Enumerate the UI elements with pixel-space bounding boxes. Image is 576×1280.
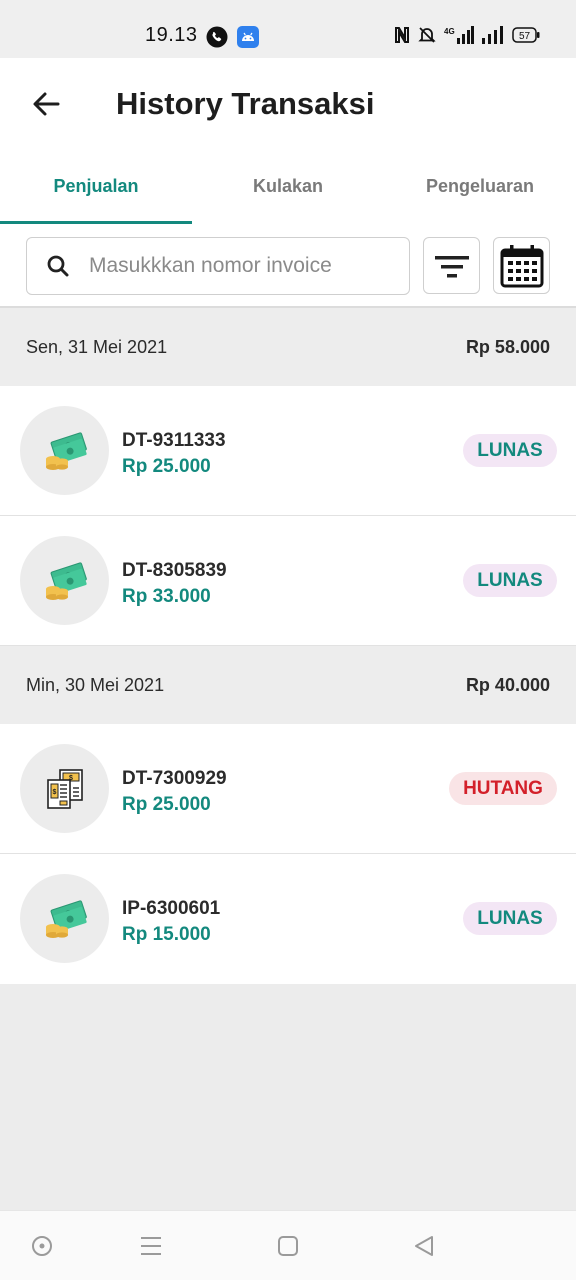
date-label: Min, 30 Mei 2021 (26, 674, 165, 695)
app-bar: History Transaksi (0, 58, 576, 152)
nav-menu-button[interactable] (138, 1233, 164, 1259)
status-badge: LUNAS (463, 902, 557, 935)
transaction-amount: Rp 33.000 (122, 586, 211, 607)
cash-icon (20, 874, 109, 963)
transaction-id: IP-6300601 (122, 898, 221, 919)
transaction-row[interactable]: $ $ DT-7300929 Rp 25.000 HUTANG (0, 724, 576, 854)
tab-bar: Penjualan Kulakan Pengeluaran (0, 152, 576, 224)
battery-icon: 57 (512, 27, 540, 48)
svg-text:57: 57 (519, 31, 531, 42)
status-badge: LUNAS (463, 564, 557, 597)
page-title: History Transaksi (116, 86, 375, 121)
nav-back-button[interactable] (411, 1233, 437, 1259)
receipt-icon: $ $ (20, 744, 109, 833)
transaction-amount: Rp 25.000 (122, 794, 211, 815)
menu-icon (141, 1237, 161, 1255)
filter-button[interactable] (423, 237, 480, 294)
status-time: 19.13 (145, 24, 198, 46)
cash-icon (20, 406, 109, 495)
svg-text:$: $ (52, 789, 56, 796)
tab-penjualan[interactable]: Penjualan (0, 152, 192, 224)
status-badge: LUNAS (463, 434, 557, 467)
filter-icon (434, 255, 469, 277)
circle-dot-icon (32, 1236, 52, 1256)
transaction-id: DT-7300929 (122, 768, 227, 789)
date-group-header: Min, 30 Mei 2021 Rp 40.000 (0, 646, 576, 724)
transaction-list: Sen, 31 Mei 2021 Rp 58.000 DT-9311333 Rp… (0, 308, 576, 984)
tab-pengeluaran[interactable]: Pengeluaran (384, 152, 576, 224)
search-box[interactable] (26, 237, 410, 295)
search-icon (27, 254, 89, 278)
mute-bell-icon (418, 26, 436, 49)
transaction-amount: Rp 25.000 (122, 456, 211, 477)
transaction-row[interactable]: IP-6300601 Rp 15.000 LUNAS (0, 854, 576, 984)
back-button[interactable] (28, 86, 64, 122)
date-total: Rp 58.000 (465, 336, 550, 357)
search-input[interactable] (89, 254, 389, 278)
transaction-row[interactable]: DT-8305839 Rp 33.000 LUNAS (0, 516, 576, 646)
square-home-icon (278, 1236, 298, 1256)
nav-assistant-button[interactable] (29, 1233, 55, 1259)
signal-4g-icon: 4G (444, 26, 474, 49)
date-group-header: Sen, 31 Mei 2021 Rp 58.000 (0, 308, 576, 386)
date-total: Rp 40.000 (465, 674, 550, 695)
svg-text:4G: 4G (444, 27, 455, 36)
android-app-icon (237, 26, 259, 53)
calendar-button[interactable] (493, 237, 550, 294)
phone-call-icon (206, 26, 228, 53)
signal-icon (482, 26, 504, 49)
transaction-row[interactable]: DT-9311333 Rp 25.000 LUNAS (0, 386, 576, 516)
tab-kulakan[interactable]: Kulakan (192, 152, 384, 224)
search-toolbar (0, 224, 576, 308)
cash-icon (20, 536, 109, 625)
transaction-amount: Rp 15.000 (122, 924, 211, 945)
nav-home-button[interactable] (275, 1233, 301, 1259)
status-bar: 19.13 4G 57 (0, 0, 576, 58)
calendar-icon (500, 244, 543, 287)
arrow-left-icon (33, 92, 60, 116)
system-nav-bar (0, 1210, 576, 1280)
nfc-icon (394, 26, 410, 49)
transaction-id: DT-9311333 (122, 430, 226, 451)
triangle-back-icon (415, 1236, 433, 1256)
status-badge: HUTANG (449, 772, 557, 805)
date-label: Sen, 31 Mei 2021 (26, 336, 168, 357)
transaction-id: DT-8305839 (122, 560, 227, 581)
